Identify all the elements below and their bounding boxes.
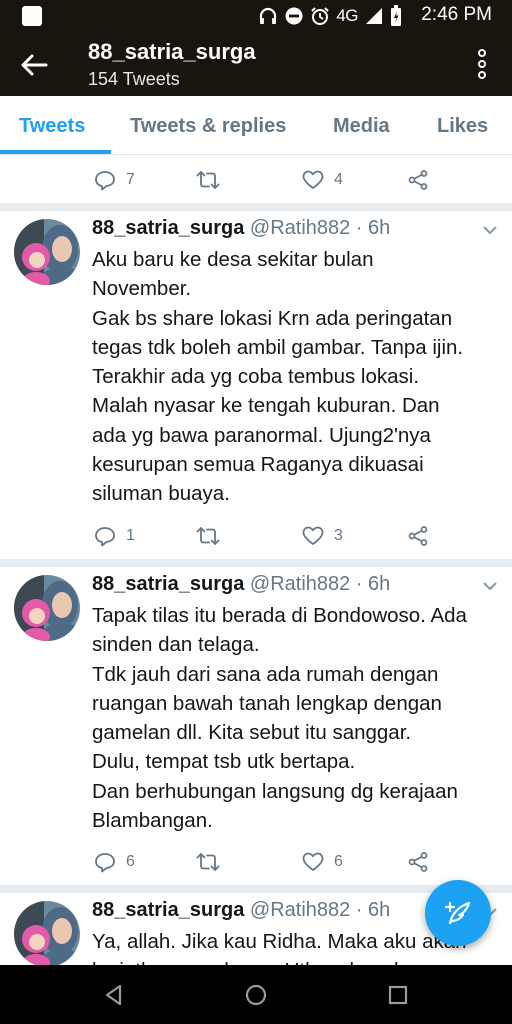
retweet-button[interactable] bbox=[196, 521, 220, 551]
tweet-line: tegas tdk boleh ambil gambar. Tanpa ijin… bbox=[92, 335, 464, 359]
signal-icon bbox=[366, 8, 382, 24]
reply-count: 7 bbox=[126, 171, 135, 188]
author-name[interactable]: 88_satria_surga bbox=[92, 217, 244, 239]
author-handle-time: @Ratih882 · 6h bbox=[249, 217, 391, 239]
tweet-actions: 1 3 bbox=[0, 521, 512, 551]
do-not-disturb-icon bbox=[285, 7, 303, 25]
tab-tweets[interactable]: Tweets bbox=[19, 96, 85, 154]
tweet-line: Blambangan. bbox=[92, 809, 213, 833]
author-handle-time: @Ratih882 · 6h bbox=[249, 573, 391, 595]
profile-header: 88_satria_surga 154 Tweets bbox=[0, 33, 512, 96]
chevron-down-icon[interactable] bbox=[482, 225, 498, 235]
share-button[interactable] bbox=[407, 521, 429, 551]
tweet-line: sinden dan telaga. bbox=[92, 633, 260, 657]
reply-icon bbox=[95, 527, 115, 547]
tweet-line: November. bbox=[92, 277, 192, 301]
heart-icon bbox=[302, 170, 324, 189]
reply-icon bbox=[95, 853, 115, 873]
tweet-line: lanjutkan segalanya. Utk meluruskan bbox=[92, 956, 504, 965]
alarm-icon bbox=[311, 7, 330, 25]
tweet-feed[interactable]: 7 4 88_satria_surga @Ratih882 · 6h Aku b… bbox=[0, 155, 512, 965]
like-button[interactable]: 6 bbox=[302, 847, 343, 877]
more-options-icon[interactable] bbox=[472, 47, 492, 81]
tweet-line: Dan berhubungan langsung dg kerajaan bbox=[92, 779, 458, 803]
heart-icon bbox=[302, 852, 324, 871]
back-triangle-icon[interactable] bbox=[102, 983, 126, 1007]
avatar[interactable] bbox=[14, 901, 80, 965]
tweet-count: 154 Tweets bbox=[88, 69, 180, 89]
compose-tweet-button[interactable] bbox=[425, 880, 491, 946]
reply-button[interactable]: 1 bbox=[94, 521, 135, 551]
like-button[interactable]: 4 bbox=[302, 165, 343, 195]
tweet-line: gamelan dll. Kita sebut itu sanggar. bbox=[92, 721, 412, 745]
tweet-text: Tapak tilas itu berada di Bondowoso. Ada… bbox=[92, 601, 504, 835]
retweet-button[interactable] bbox=[196, 847, 220, 877]
status-bar: 4G 2:46 PM bbox=[0, 0, 512, 33]
tab-likes[interactable]: Likes bbox=[437, 96, 488, 154]
status-icons: 4G bbox=[258, 5, 402, 27]
tweet-line: siluman buaya. bbox=[92, 482, 230, 506]
profile-name-title: 88_satria_surga bbox=[88, 39, 256, 64]
tweet-line: Gak bs share lokasi Krn ada peringatan bbox=[92, 306, 453, 330]
tweet-header: 88_satria_surga @Ratih882 · 6h bbox=[92, 573, 390, 596]
author-handle-time: @Ratih882 · 6h bbox=[249, 899, 391, 921]
tweet-actions: 7 4 bbox=[0, 165, 512, 195]
share-button[interactable] bbox=[407, 847, 429, 877]
network-type: 4G bbox=[336, 6, 358, 25]
tweet-line: ruangan bawah tanah lengkap dengan bbox=[92, 691, 442, 715]
headphones-icon bbox=[260, 7, 277, 24]
reply-button[interactable]: 7 bbox=[94, 165, 135, 195]
heart-icon bbox=[302, 526, 324, 545]
tweet-line: kesurupan semua Raganya dikuasai bbox=[92, 453, 424, 477]
tweet-line: Aku baru ke desa sekitar bulan bbox=[92, 248, 374, 271]
like-count: 3 bbox=[334, 527, 343, 544]
tweet-line: ada yg bawa paranormal. Ujung2'nya bbox=[92, 423, 431, 447]
like-count: 6 bbox=[334, 853, 343, 870]
tweet-item[interactable]: 88_satria_surga @Ratih882 · 6h Aku baru … bbox=[0, 211, 512, 559]
tweet-line: Tapak tilas itu berada di Bondowoso. Ada bbox=[92, 604, 467, 627]
tweet-header: 88_satria_surga @Ratih882 · 6h bbox=[92, 217, 390, 240]
battery-icon bbox=[391, 5, 401, 26]
system-navigation-bar bbox=[0, 965, 512, 1024]
profile-tabs: Tweets Tweets & replies Media Likes bbox=[0, 96, 512, 155]
tweet-item[interactable]: 88_satria_surga @Ratih882 · 6h Tapak til… bbox=[0, 567, 512, 885]
home-circle-icon[interactable] bbox=[244, 983, 268, 1007]
retweet-icon bbox=[196, 171, 220, 189]
back-arrow-icon[interactable] bbox=[18, 49, 50, 81]
reply-count: 1 bbox=[126, 527, 135, 544]
like-count: 4 bbox=[334, 171, 343, 188]
notification-box-icon bbox=[22, 6, 42, 26]
compose-feather-icon bbox=[444, 901, 471, 925]
tweet-divider bbox=[0, 559, 512, 567]
reply-count: 6 bbox=[126, 853, 135, 870]
tweet-actions: 6 6 bbox=[0, 847, 512, 877]
retweet-button[interactable] bbox=[196, 165, 220, 195]
author-name[interactable]: 88_satria_surga bbox=[92, 573, 244, 595]
status-time: 2:46 PM bbox=[421, 4, 492, 25]
tab-media[interactable]: Media bbox=[333, 96, 390, 154]
retweet-icon bbox=[196, 527, 220, 545]
tweet-line: Malah nyasar ke tengah kuburan. Dan bbox=[92, 394, 440, 418]
share-icon bbox=[408, 526, 428, 546]
share-button[interactable] bbox=[407, 165, 429, 195]
avatar[interactable] bbox=[14, 575, 80, 641]
tweet-divider bbox=[0, 203, 512, 211]
recents-square-icon[interactable] bbox=[386, 983, 410, 1007]
like-button[interactable]: 3 bbox=[302, 521, 343, 551]
tweet-line: Terakhir ada yg coba tembus lokasi. bbox=[92, 365, 420, 389]
reply-icon bbox=[95, 171, 115, 191]
author-name[interactable]: 88_satria_surga bbox=[92, 899, 244, 921]
reply-button[interactable]: 6 bbox=[94, 847, 135, 877]
share-icon bbox=[408, 170, 428, 190]
chevron-down-icon[interactable] bbox=[482, 581, 498, 591]
tweet-line: Tdk jauh dari sana ada rumah dengan bbox=[92, 662, 439, 686]
tweet-header: 88_satria_surga @Ratih882 · 6h bbox=[92, 899, 390, 922]
active-tab-indicator bbox=[0, 150, 111, 154]
retweet-icon bbox=[196, 853, 220, 871]
tab-tweets-and-replies[interactable]: Tweets & replies bbox=[130, 96, 286, 154]
tweet-text: Aku baru ke desa sekitar bulan November.… bbox=[92, 245, 504, 509]
avatar[interactable] bbox=[14, 219, 80, 285]
share-icon bbox=[408, 852, 428, 872]
tweet-line: Dulu, tempat tsb utk bertapa. bbox=[92, 750, 356, 774]
